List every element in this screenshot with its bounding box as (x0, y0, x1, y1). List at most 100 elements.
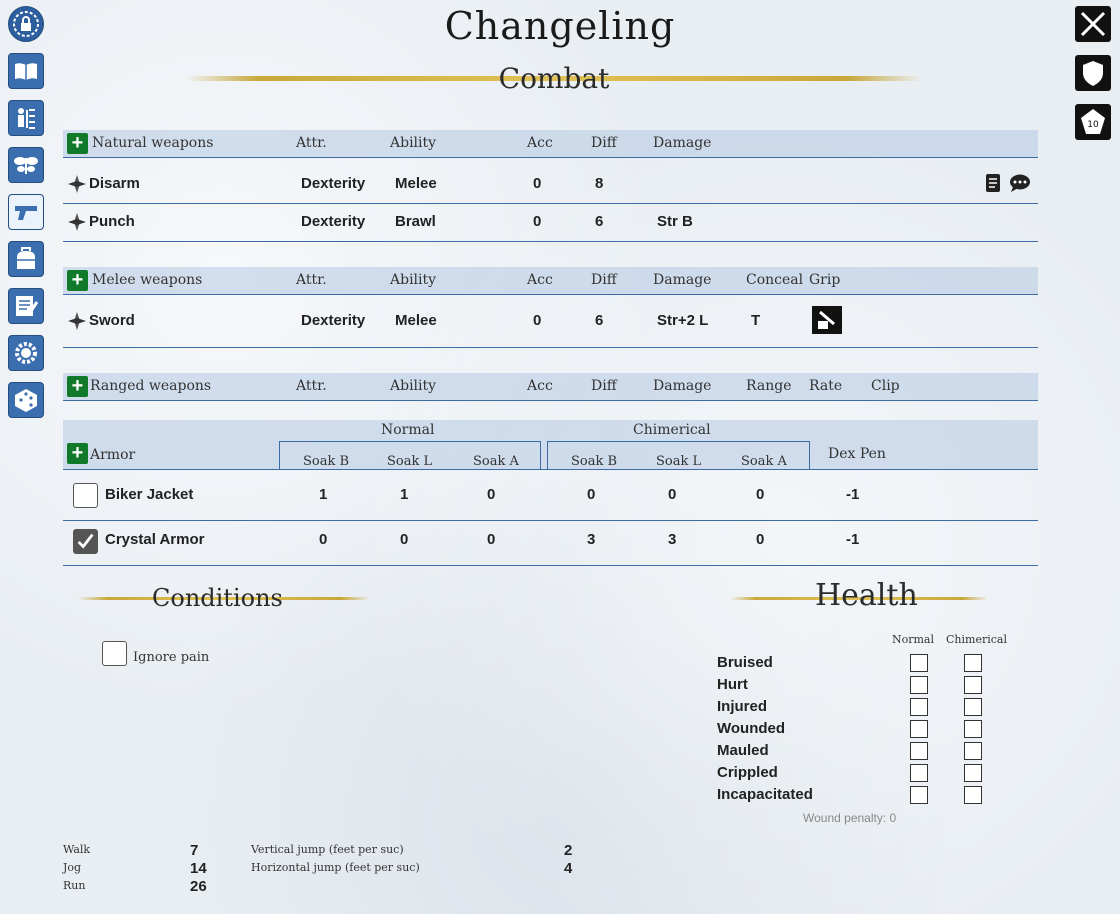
armor-normal-soak-b: 0 (319, 531, 328, 548)
fairy-icon[interactable] (8, 147, 44, 183)
armor-normal-soak-l: 1 (400, 486, 409, 503)
health-chimerical-checkbox[interactable] (964, 786, 982, 804)
health-normal-checkbox[interactable] (910, 742, 928, 760)
dice-icon[interactable] (8, 382, 44, 418)
col-damage: Damage (653, 378, 712, 394)
natural-weapons-label: Natural weapons (92, 135, 214, 151)
col-ability: Ability (390, 272, 437, 288)
health-normal-checkbox[interactable] (910, 786, 928, 804)
weapon-ability: Brawl (395, 213, 436, 230)
armor-normal-soak-b: 1 (319, 486, 328, 503)
add-melee-weapon-button[interactable]: + (67, 270, 88, 291)
page-title: Changeling (444, 4, 676, 48)
one-hand-grip-icon[interactable] (812, 306, 842, 334)
table-row[interactable]: Punch Dexterity Brawl 0 6 Str B (63, 204, 1038, 242)
skill-tree-icon[interactable] (8, 100, 44, 136)
d10-dice-icon[interactable]: 10 (1075, 104, 1111, 140)
col-normal-soak-a: Soak A (473, 454, 519, 469)
ignore-pain-checkbox[interactable] (102, 641, 127, 666)
col-diff: Diff (591, 378, 617, 394)
svg-text:10: 10 (1087, 120, 1099, 130)
checkmark-icon (77, 533, 94, 549)
col-acc: Acc (527, 378, 553, 394)
combat-title: Combat (498, 62, 610, 95)
jog-value: 14 (190, 860, 207, 877)
weapon-icon (68, 312, 86, 330)
walk-value: 7 (190, 842, 199, 859)
note-icon[interactable] (986, 174, 1000, 192)
bag-icon[interactable] (8, 241, 44, 277)
col-acc: Acc (527, 272, 553, 288)
col-dex-pen: Dex Pen (828, 446, 886, 462)
armor-name: Biker Jacket (105, 486, 194, 503)
health-chimerical-checkbox[interactable] (964, 720, 982, 738)
col-attr: Attr. (296, 272, 327, 288)
health-level-label: Injured (717, 698, 768, 715)
gear-icon[interactable] (8, 335, 44, 371)
armor-chim-soak-a: 0 (756, 486, 765, 503)
add-ranged-weapon-button[interactable]: + (67, 376, 88, 397)
weapon-damage: Str B (657, 213, 693, 230)
health-chimerical-checkbox[interactable] (964, 654, 982, 672)
col-chim-soak-b: Soak B (571, 454, 618, 469)
weapon-acc: 0 (533, 312, 542, 329)
health-chimerical-checkbox[interactable] (964, 742, 982, 760)
armor-chim-soak-b: 0 (587, 486, 596, 503)
weapon-name: Disarm (89, 175, 140, 192)
health-level-label: Mauled (717, 742, 769, 759)
table-row[interactable]: Disarm Dexterity Melee 0 8 (63, 164, 1038, 204)
health-level-label: Bruised (717, 654, 773, 671)
weapon-diff: 8 (595, 175, 604, 192)
gun-icon[interactable] (8, 194, 44, 230)
weapon-ability: Melee (395, 175, 437, 192)
col-attr: Attr. (296, 378, 327, 394)
health-normal-checkbox[interactable] (910, 720, 928, 738)
armor-chim-soak-l: 0 (668, 486, 677, 503)
health-chimerical-checkbox[interactable] (964, 676, 982, 694)
armor-header: + Armor Normal Chimerical Soak B Soak L … (63, 420, 1038, 470)
add-armor-button[interactable]: + (67, 443, 88, 464)
health-normal-checkbox[interactable] (910, 676, 928, 694)
col-grip: Grip (809, 272, 841, 288)
col-damage: Damage (653, 272, 712, 288)
col-ability: Ability (390, 135, 437, 151)
vertical-jump-value: 2 (564, 842, 573, 859)
horizontal-jump-label: Horizontal jump (feet per suc) (251, 861, 420, 874)
armor-normal-soak-a: 0 (487, 486, 496, 503)
health-col-normal: Normal (892, 633, 935, 646)
table-row[interactable]: Biker Jacket 1 1 0 0 0 0 -1 (63, 470, 1038, 521)
melee-weapons-label: Melee weapons (92, 272, 203, 288)
armor-equipped-checkbox[interactable] (73, 483, 98, 508)
col-rate: Rate (809, 378, 843, 394)
armor-dex-pen: -1 (846, 531, 860, 548)
weapon-acc: 0 (533, 175, 542, 192)
table-row[interactable]: Crystal Armor 0 0 0 3 3 0 -1 (63, 521, 1038, 566)
weapon-acc: 0 (533, 213, 542, 230)
health-normal-checkbox[interactable] (910, 698, 928, 716)
weapon-diff: 6 (595, 312, 604, 329)
melee-weapons-header: + Melee weapons Attr. Ability Acc Diff D… (63, 267, 1038, 295)
weapon-name: Punch (89, 213, 135, 230)
health-chimerical-checkbox[interactable] (964, 764, 982, 782)
health-level-label: Wounded (717, 720, 786, 737)
health-col-chimerical: Chimerical (946, 633, 1007, 646)
col-ability: Ability (390, 378, 437, 394)
notes-icon[interactable] (8, 288, 44, 324)
add-natural-weapon-button[interactable]: + (67, 133, 88, 154)
health-normal-checkbox[interactable] (910, 654, 928, 672)
natural-weapons-header: + Natural weapons Attr. Ability Acc Diff… (63, 130, 1038, 158)
health-chimerical-checkbox[interactable] (964, 698, 982, 716)
col-diff: Diff (591, 272, 617, 288)
table-row[interactable]: Sword Dexterity Melee 0 6 Str+2 L T (63, 296, 1038, 348)
armor-dex-pen: -1 (846, 486, 860, 503)
conditions-title: Conditions (152, 584, 283, 612)
weapon-attr: Dexterity (301, 175, 366, 192)
col-chim-soak-l: Soak L (656, 454, 702, 469)
armor-label: Armor (90, 447, 136, 463)
chat-icon[interactable] (1009, 174, 1031, 192)
health-normal-checkbox[interactable] (910, 764, 928, 782)
armor-equipped-checkbox[interactable] (73, 529, 98, 554)
weapon-attr: Dexterity (301, 312, 366, 329)
armor-chim-soak-a: 0 (756, 531, 765, 548)
run-label: Run (63, 879, 86, 892)
